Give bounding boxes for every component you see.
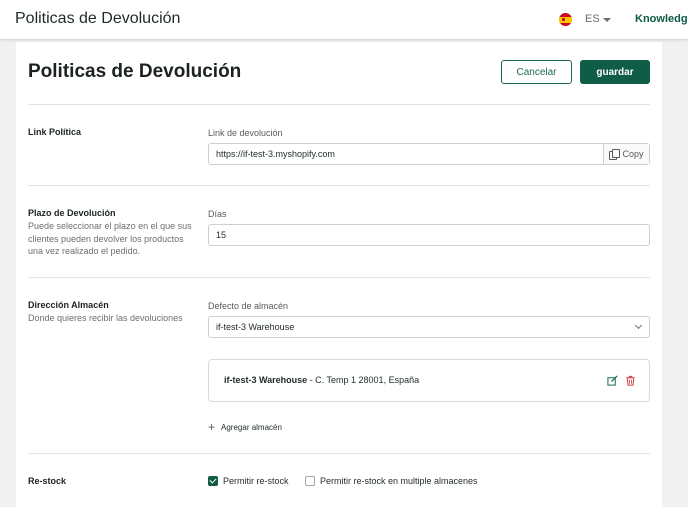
default-warehouse-label: Defecto de almacén xyxy=(208,301,289,311)
top-bar: Politicas de Devolución ES Knowledge xyxy=(0,0,688,40)
days-label: Días xyxy=(208,209,227,219)
section-title-return-period: Plazo de Devolución xyxy=(28,208,116,218)
caret-down-icon[interactable] xyxy=(603,18,611,22)
section-title-restock: Re-stock xyxy=(28,476,67,486)
edit-icon[interactable] xyxy=(607,375,618,386)
warehouse-name: if-test-3 Warehouse xyxy=(224,375,308,385)
restock-multiple-label[interactable]: Permitir re-stock en multiple almacenes xyxy=(320,476,478,486)
days-value: 15 xyxy=(216,230,227,240)
add-warehouse-label: Agregar almacén xyxy=(221,422,282,432)
app-title: Politicas de Devolución xyxy=(15,10,181,27)
divider xyxy=(28,104,650,105)
restock-multiple-checkbox[interactable] xyxy=(305,476,315,486)
copy-button[interactable]: Copy xyxy=(603,144,649,164)
return-link-field[interactable]: https://if-test-3.myshopify.com Copy xyxy=(208,143,650,165)
warehouse-info: if-test-3 Warehouse - C. Temp 1 28001, E… xyxy=(224,375,419,385)
page-title: Politicas de Devolución xyxy=(28,61,242,82)
days-input[interactable]: 15 xyxy=(208,224,650,246)
copy-label: Copy xyxy=(622,149,644,159)
section-description-warehouse: Donde quieres recibir las devoluciones xyxy=(28,313,183,323)
divider xyxy=(28,277,650,278)
restock-label[interactable]: Permitir re-stock xyxy=(223,476,289,486)
warehouse-address: - C. Temp 1 28001, España xyxy=(307,375,420,385)
warehouse-card: if-test-3 Warehouse - C. Temp 1 28001, E… xyxy=(208,359,650,402)
save-button[interactable]: guardar xyxy=(580,60,650,84)
return-link-label: Link de devolución xyxy=(208,128,283,138)
add-warehouse-button[interactable]: + Agregar almacén xyxy=(208,420,282,434)
divider xyxy=(28,185,650,186)
section-description-return-period: Puede seleccionar el plazo en el que sus… xyxy=(28,221,192,256)
restock-checkbox[interactable] xyxy=(208,476,218,486)
plus-icon: + xyxy=(208,420,216,434)
cancel-button[interactable]: Cancelar xyxy=(501,60,572,84)
settings-card: Politicas de Devolución Cancelar guardar… xyxy=(16,42,662,507)
spain-flag-icon[interactable] xyxy=(559,13,572,26)
copy-icon xyxy=(609,149,621,160)
section-title-warehouse: Dirección Almacén xyxy=(28,300,109,310)
divider xyxy=(28,453,650,454)
default-warehouse-value: if-test-3 Warehouse xyxy=(216,322,295,332)
default-warehouse-select[interactable]: if-test-3 Warehouse xyxy=(208,316,650,338)
language-selector[interactable]: ES xyxy=(585,13,600,25)
section-title-link-policy: Link Política xyxy=(28,127,82,137)
chevron-down-icon xyxy=(634,321,643,330)
delete-icon[interactable] xyxy=(625,375,636,386)
knowledge-link[interactable]: Knowledge xyxy=(635,13,688,25)
return-link-value: https://if-test-3.myshopify.com xyxy=(216,149,335,159)
